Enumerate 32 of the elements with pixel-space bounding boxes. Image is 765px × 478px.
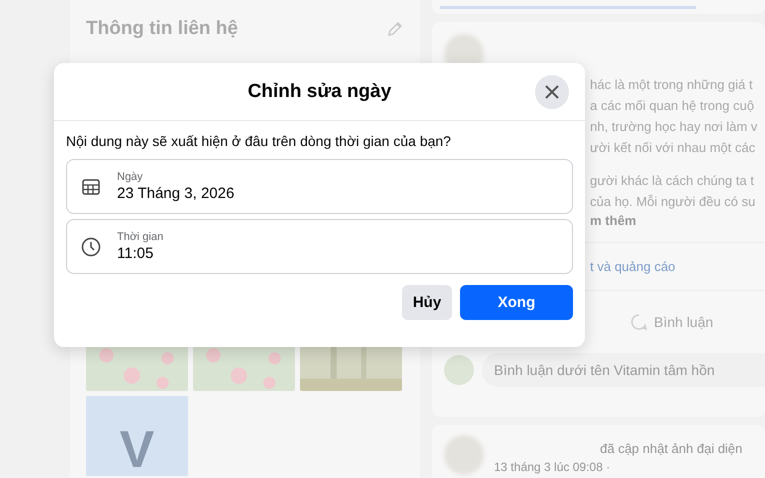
dialog-question: Nội dung này sẽ xuất hiện ở đâu trên dòng thời gian của bạn? <box>66 133 452 149</box>
comment-icon <box>630 313 648 331</box>
field-value: 11:05 <box>117 245 154 262</box>
post-text-line: ười kết nối với nhau một các <box>590 139 756 157</box>
avatar-placeholder <box>444 355 474 385</box>
post-time[interactable]: 13 tháng 3 lúc 09:08 · <box>494 460 742 474</box>
ad-link[interactable]: t và quảng cáo <box>590 259 676 274</box>
calendar-icon <box>81 176 101 196</box>
post-text-line: hác là một trong những giá t <box>590 76 753 94</box>
time-field[interactable]: Thời gian 11:05 <box>66 219 573 274</box>
see-more-link[interactable]: m thêm <box>590 213 636 228</box>
field-label: Thời gian <box>117 231 164 243</box>
field-label: Ngày <box>117 171 144 183</box>
post-text-line: a các mối quan hệ trong cuộ <box>590 97 754 115</box>
date-field[interactable]: Ngày 23 Tháng 3, 2026 <box>66 159 573 214</box>
comment-button[interactable]: Bình luận <box>630 313 714 331</box>
dialog-title: Chỉnh sửa ngày <box>248 80 392 102</box>
done-button[interactable]: Xong <box>460 285 573 320</box>
section-title: Thông tin liên hệ <box>86 18 238 40</box>
pencil-icon[interactable] <box>386 20 404 38</box>
comment-input[interactable]: Bình luận dưới tên Vitamin tâm hồn <box>482 353 765 387</box>
post-text-line: gười khác là cách chúng ta t <box>590 172 754 190</box>
close-button[interactable] <box>535 75 569 109</box>
avatar-placeholder <box>444 435 484 475</box>
post-text-line: của họ. Mỗi người đều có su <box>590 193 756 211</box>
letter-tile[interactable]: V <box>86 396 188 476</box>
post-action-text: đã cập nhật ảnh đại diện <box>600 441 742 456</box>
cancel-button[interactable]: Hủy <box>402 285 452 320</box>
close-icon <box>544 84 560 100</box>
post-text-line: nh, trường học hay nơi làm v <box>590 118 758 136</box>
field-value: 23 Tháng 3, 2026 <box>117 185 234 202</box>
clock-icon <box>81 236 101 256</box>
